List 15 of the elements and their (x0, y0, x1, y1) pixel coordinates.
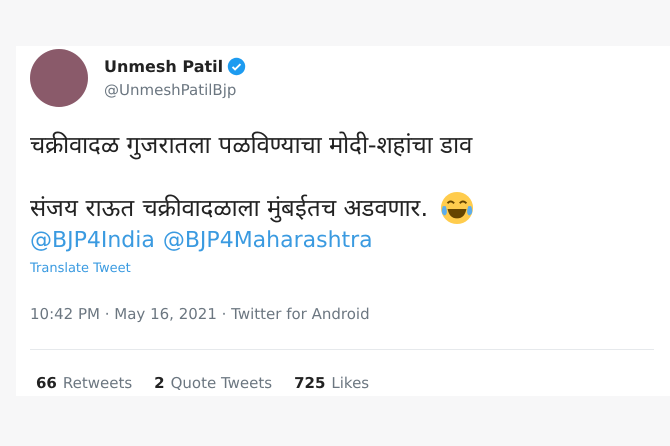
mention-link[interactable]: @BJP4India (30, 227, 155, 255)
tweet-timestamp: 10:42 PM · May 16, 2021 · Twitter for Android (30, 304, 370, 324)
author-handle: @UnmeshPatilBjp (104, 80, 238, 101)
stat-label: Likes (331, 373, 370, 394)
stat-label: Retweets (62, 373, 132, 394)
tweet-text: चक्रीवादळ गुजरातला पळविण्याचा मोदी-शहांचा डाव (30, 130, 472, 161)
stat-count: 725 (294, 373, 326, 394)
stat-count: 2 (154, 373, 165, 394)
mention-link[interactable]: @BJP4Maharashtra (162, 227, 373, 255)
laughing-face-icon (440, 191, 474, 225)
translate-link[interactable]: Translate Tweet (30, 259, 131, 278)
stat-label: Quote Tweets (170, 373, 272, 394)
tweet-text: संजय राऊत चक्रीवादळाला मुंबईतच अडवणार. (30, 193, 428, 224)
stat-count: 66 (36, 373, 57, 394)
author-name: Unmesh Patil (104, 56, 224, 78)
